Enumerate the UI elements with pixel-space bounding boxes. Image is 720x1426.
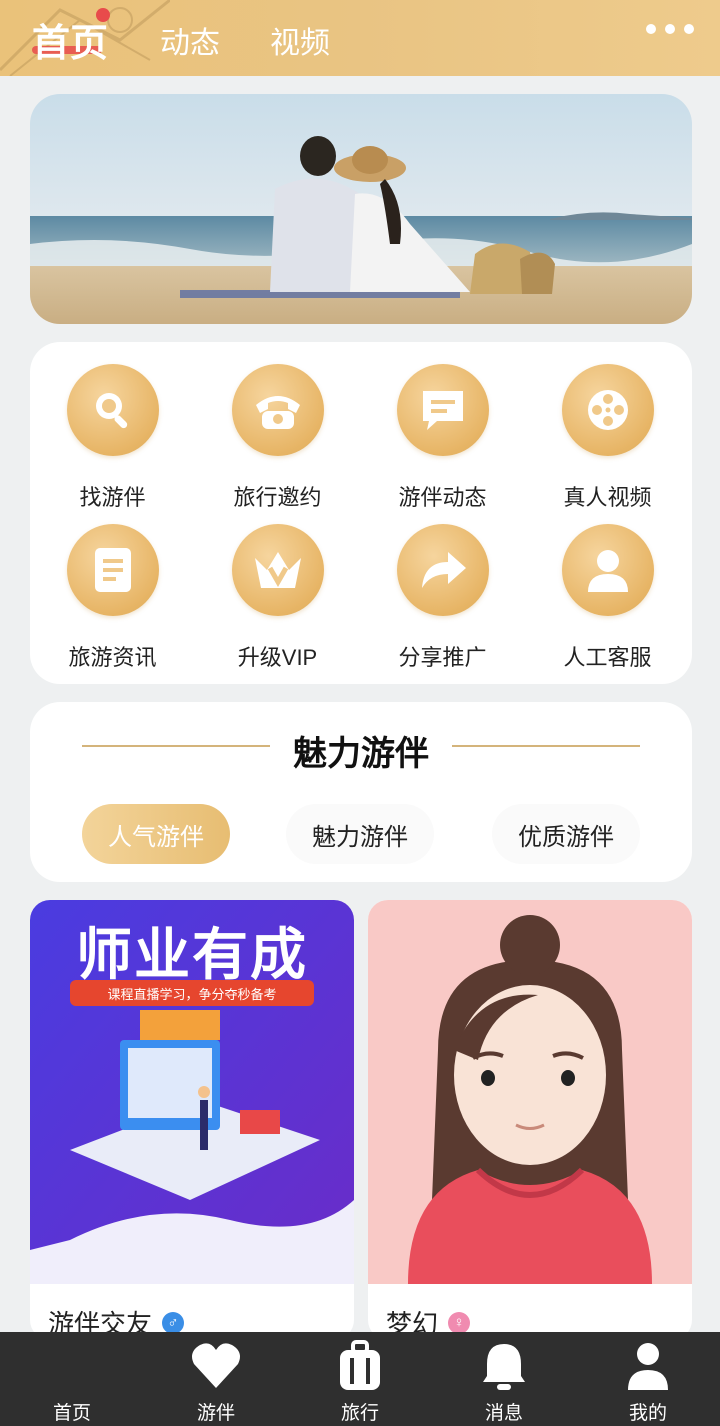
- filter-charm[interactable]: 魅力游伴: [286, 804, 434, 864]
- section-title: 魅力游伴: [293, 735, 429, 773]
- menu-item-customer-service[interactable]: 人工客服: [525, 524, 690, 674]
- phone-icon: [231, 364, 324, 456]
- nav-travel[interactable]: 旅行: [288, 1332, 432, 1426]
- tab-video[interactable]: 视频: [270, 18, 330, 62]
- filter-quality[interactable]: 优质游伴: [492, 804, 640, 864]
- nav-label: 旅行: [340, 1403, 379, 1424]
- menu-label: 找游伴: [79, 485, 146, 510]
- heart-icon: [192, 1343, 240, 1388]
- banner-image[interactable]: [30, 94, 692, 324]
- crown-icon: [231, 524, 324, 616]
- tab-home[interactable]: 首页: [32, 12, 108, 67]
- nav-label: 消息: [484, 1403, 523, 1424]
- nav-label: 游伴: [196, 1403, 235, 1424]
- menu-item-find-partner[interactable]: 找游伴: [30, 364, 195, 514]
- beach-couple-image: [30, 94, 692, 324]
- notification-dot: [96, 8, 110, 22]
- menu-label: 旅游资讯: [68, 645, 157, 670]
- charm-partners-section: 魅力游伴 人气游伴 魅力游伴 优质游伴: [30, 702, 692, 882]
- nav-messages[interactable]: 消息: [432, 1332, 576, 1426]
- document-icon: [66, 524, 159, 616]
- share-arrow-icon: [396, 524, 489, 616]
- search-icon: [66, 364, 159, 456]
- menu-label: 分享推广: [398, 645, 487, 670]
- menu-item-share[interactable]: 分享推广: [360, 524, 525, 674]
- menu-label: 旅行邀约: [233, 485, 322, 510]
- nav-label: 首页: [52, 1403, 91, 1424]
- luggage-icon: [340, 1340, 380, 1390]
- filter-popular[interactable]: 人气游伴: [82, 804, 230, 864]
- user-icon: [561, 524, 654, 616]
- bottom-navigation: 首页 游伴 旅行 消息 我的: [0, 1332, 720, 1426]
- menu-item-travel-news[interactable]: 旅游资讯: [30, 524, 195, 674]
- message-icon: [396, 364, 489, 456]
- menu-item-real-video[interactable]: 真人视频: [525, 364, 690, 514]
- menu-item-partner-feed[interactable]: 游伴动态: [360, 364, 525, 514]
- profile-photo: 师业有成 课程直播学习，争分夺秒备考: [30, 900, 354, 1284]
- menu-label: 升级VIP: [237, 645, 318, 670]
- poster-title: 师业有成: [76, 923, 308, 986]
- nav-label: 我的: [628, 1403, 667, 1424]
- menu-label: 人工客服: [563, 645, 652, 670]
- female-icon: ♀: [448, 1311, 471, 1334]
- profile-icon: [628, 1343, 668, 1390]
- nav-partner[interactable]: 游伴: [144, 1332, 288, 1426]
- top-header: 首页 动态 视频: [0, 0, 720, 76]
- menu-grid: 找游伴 旅行邀约 游伴动态 真人视频 旅游资讯 升级VIP 分享推广 人工客服: [30, 342, 692, 684]
- nav-home[interactable]: 首页: [0, 1332, 144, 1426]
- bell-icon: [483, 1344, 525, 1390]
- profile-card[interactable]: 师业有成 课程直播学习，争分夺秒备考 游伴交友 ♂: [30, 900, 354, 1340]
- poster-subtitle: 课程直播学习，争分夺秒备考: [107, 987, 277, 1002]
- menu-item-upgrade-vip[interactable]: 升级VIP: [195, 524, 360, 674]
- male-icon: ♂: [162, 1311, 185, 1334]
- tab-feed[interactable]: 动态: [160, 18, 220, 62]
- menu-label: 游伴动态: [398, 485, 487, 510]
- film-reel-icon: [561, 364, 654, 456]
- nav-me[interactable]: 我的: [576, 1332, 720, 1426]
- menu-label: 真人视频: [563, 485, 652, 510]
- profile-photo: [368, 900, 692, 1284]
- more-dots-icon[interactable]: [646, 24, 694, 34]
- menu-item-travel-invite[interactable]: 旅行邀约: [195, 364, 360, 514]
- title-divider-right: [452, 745, 640, 747]
- profile-card[interactable]: 梦幻 ♀: [368, 900, 692, 1340]
